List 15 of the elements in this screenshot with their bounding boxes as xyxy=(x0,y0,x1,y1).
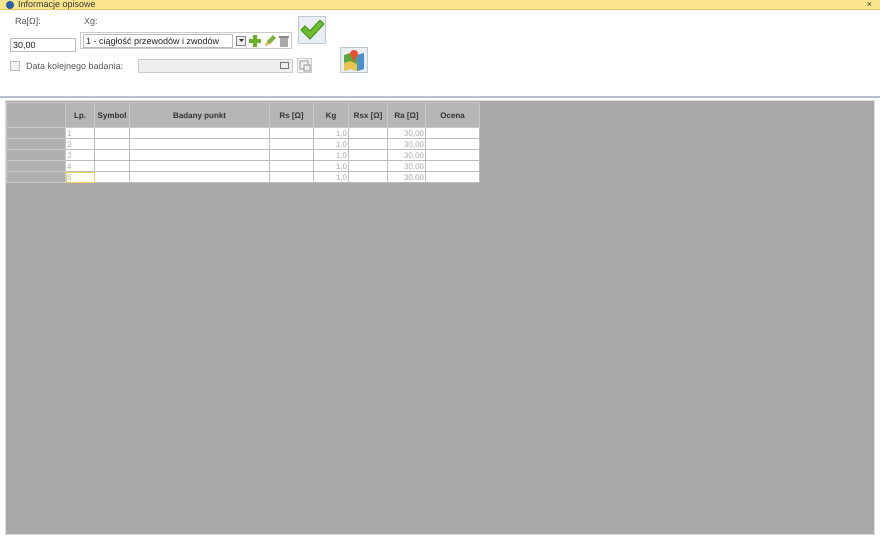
column-header[interactable]: Rs [Ω] xyxy=(270,102,314,128)
column-header[interactable]: Ocena xyxy=(426,102,480,128)
column-header[interactable]: Symbol xyxy=(94,102,130,128)
column-header[interactable]: Badany punkt xyxy=(130,102,270,128)
ra-field[interactable]: 30,00 xyxy=(10,38,76,52)
close-button[interactable]: × xyxy=(864,0,874,9)
column-header[interactable]: Rsx [Ω] xyxy=(348,102,388,128)
column-header[interactable]: Kg xyxy=(314,102,348,128)
xg-label: Xg: xyxy=(83,16,99,26)
xg-dropdown[interactable]: 1 - ciągłość przewodów i zwodów xyxy=(80,32,292,49)
column-header[interactable]: Lp. xyxy=(66,102,94,128)
next-date-label: Data kolejnego badania: xyxy=(25,60,124,70)
column-header[interactable]: Ra [Ω] xyxy=(388,102,426,128)
window-title: Informacje opisowe xyxy=(18,0,96,9)
ra-label: Ra[Ω]: xyxy=(14,16,42,26)
